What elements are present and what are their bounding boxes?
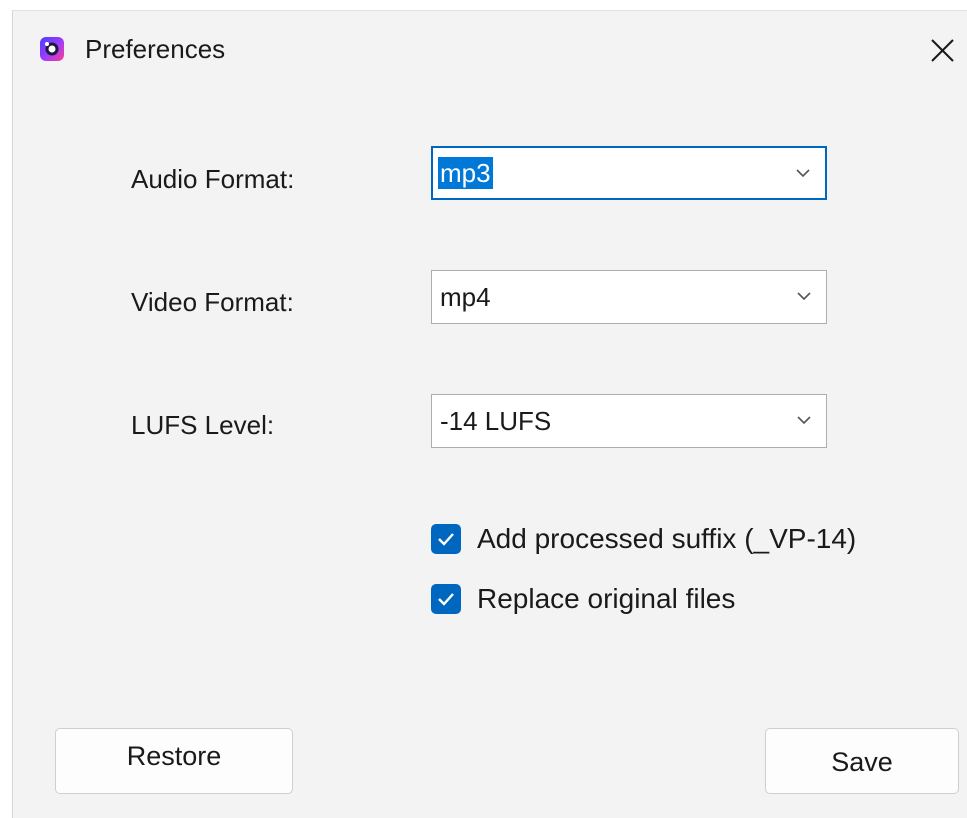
preferences-window: Preferences Audio Format: mp3 Video Form… [12,10,967,818]
audio-format-label: Audio Format: [131,164,295,194]
lufs-level-select[interactable]: -14 LUFS [431,394,827,448]
lufs-level-value: -14 LUFS [440,406,552,436]
video-format-value: mp4 [440,282,491,312]
lufs-level-label: LUFS Level: [131,410,275,440]
close-icon [931,39,954,62]
video-format-label: Video Format: [131,287,294,317]
video-format-select[interactable]: mp4 [431,270,827,324]
add-suffix-label: Add processed suffix (_VP-14) [477,523,857,554]
window-title: Preferences [85,34,226,64]
restore-button[interactable]: Restore [55,728,293,794]
checkmark-icon [438,533,454,546]
checkmark-icon [438,593,454,606]
add-suffix-checkbox[interactable] [431,524,461,554]
restore-button-label: Restore [126,741,222,771]
chevron-down-icon [797,416,811,425]
app-logo-icon [39,36,65,62]
replace-originals-checkbox[interactable] [431,584,461,614]
title-bar: Preferences [13,11,967,85]
audio-format-select[interactable]: mp3 [431,146,827,200]
save-button[interactable]: Save [765,728,959,794]
save-button-label: Save [831,747,893,777]
audio-format-value: mp3 [438,157,493,189]
chevron-down-icon [797,292,811,301]
close-button[interactable] [923,31,963,71]
replace-originals-label: Replace original files [477,583,736,614]
chevron-down-icon [796,169,810,178]
